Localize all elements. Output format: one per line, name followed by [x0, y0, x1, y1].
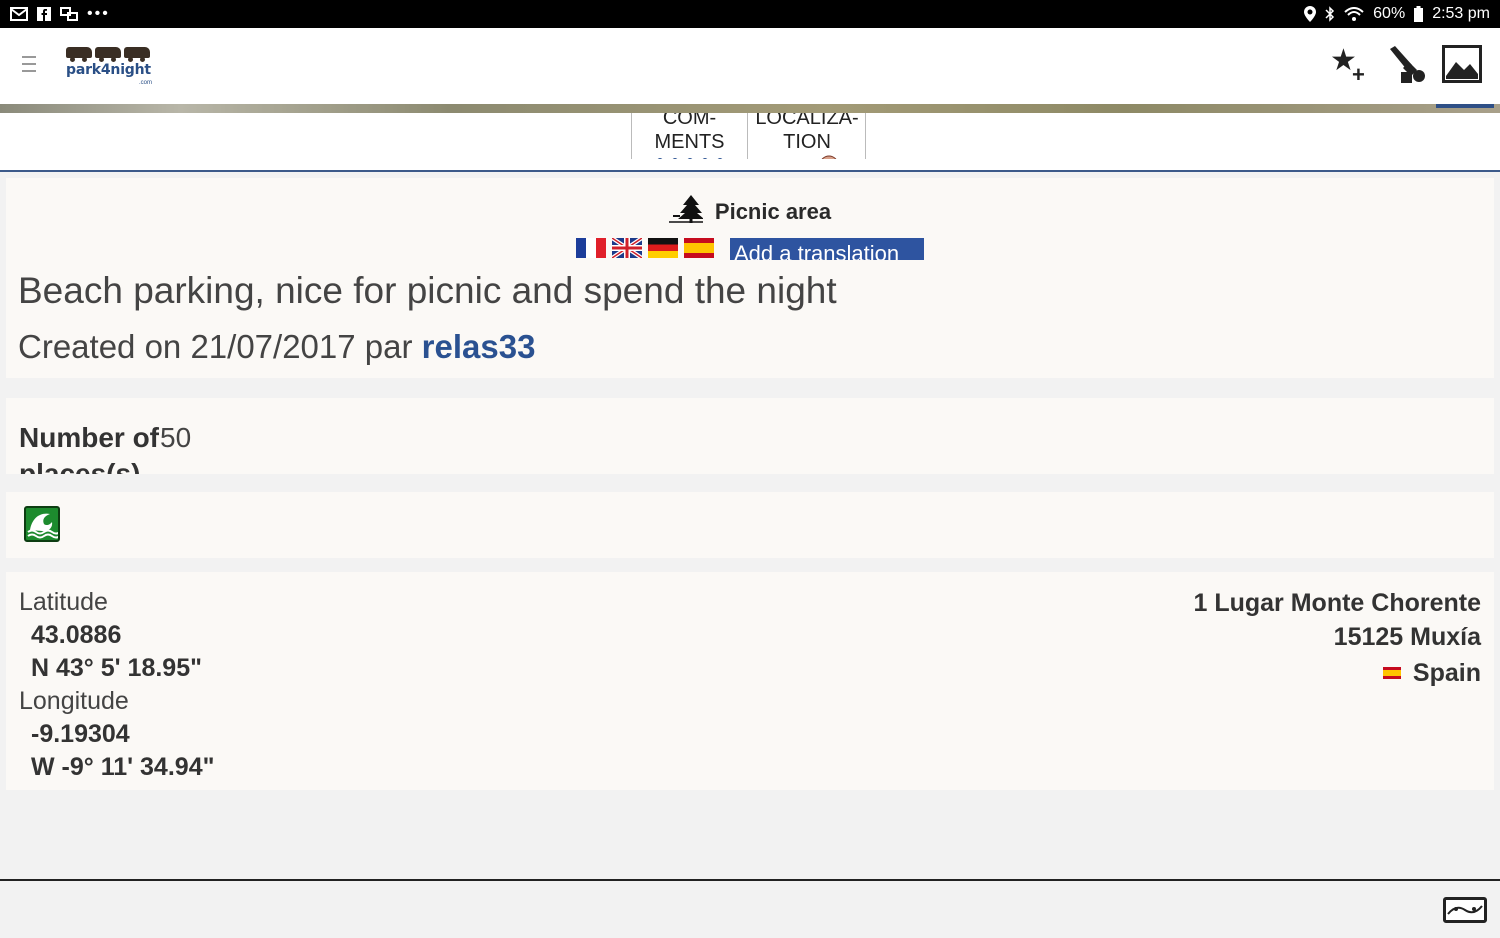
image-icon [1446, 62, 1478, 79]
place-type-row: Picnic area [6, 195, 1494, 225]
photo-indicator [1436, 104, 1494, 108]
more-notifications-icon: ••• [87, 5, 110, 22]
menu-icon[interactable] [22, 56, 36, 74]
wifi-icon [1344, 7, 1364, 21]
created-date: Created on 21/07/2017 par [18, 328, 413, 365]
plus-icon: + [1352, 62, 1365, 87]
place-type: Picnic area [714, 199, 832, 224]
logo-text: park4night [66, 62, 151, 78]
places-count-value: 50 [160, 422, 192, 453]
compass-icon [821, 155, 837, 159]
places-count-card: Number of places(s) 50 [6, 398, 1494, 474]
address-country: Spain [1412, 659, 1481, 687]
flag-es-icon [1382, 667, 1401, 679]
beach-wave-icon[interactable] [24, 506, 60, 542]
tab-comments-label-line1: COM- [662, 113, 717, 129]
latitude-dms: N 43° 5' 18.95" [31, 654, 202, 682]
flag-fr-icon[interactable] [576, 238, 606, 258]
place-summary-card: Picnic area Add a translation Beach park… [6, 178, 1494, 378]
camper-vans-logo-icon [66, 47, 156, 62]
bottom-bar [0, 881, 1500, 938]
tree-picnic-icon [668, 195, 703, 223]
add-translation-button[interactable]: Add a translation [730, 238, 924, 260]
logo-domain: .com [138, 80, 152, 86]
brush-icon [1390, 46, 1425, 83]
sync-icon [60, 7, 78, 21]
location-icon [1304, 6, 1317, 22]
coordinates: Latitude 43.0886 N 43° 5' 18.95" Longitu… [19, 586, 214, 784]
address-line1: 1 Lugar Monte Chorente [1193, 589, 1481, 617]
mail-icon [10, 7, 28, 21]
tab-comments-label-line2: MENTS [654, 131, 725, 153]
place-photo-strip[interactable] [0, 104, 1500, 113]
address: 1 Lugar Monte Chorente 15125 Muxía Spain [1193, 586, 1481, 690]
app-bar: park4night .com ★ + [0, 28, 1500, 104]
map-icon [1447, 905, 1483, 915]
app-logo[interactable]: park4night .com [66, 47, 156, 87]
latitude-value: 43.0886 [31, 621, 122, 649]
author-link[interactable]: relas33 [422, 328, 536, 365]
edit-place-button[interactable] [1387, 46, 1427, 86]
flag-uk-icon[interactable] [612, 238, 642, 258]
tab-localization[interactable]: LOCALIZA- TION [749, 113, 866, 159]
battery-icon [1414, 6, 1424, 22]
longitude-label: Longitude [19, 687, 129, 715]
tab-comments[interactable]: COM- MENTS [631, 113, 748, 159]
tab-localization-label-line2: TION [783, 131, 831, 153]
add-photo-button[interactable] [1442, 45, 1482, 83]
place-description: Beach parking, nice for picnic and spend… [18, 270, 837, 311]
rating-stars-icon [657, 158, 722, 159]
tab-localization-label-line1: LOCALIZA- [755, 113, 859, 129]
location-card: Latitude 43.0886 N 43° 5' 18.95" Longitu… [6, 572, 1494, 790]
map-button[interactable] [1443, 897, 1487, 923]
language-flags [576, 238, 720, 260]
address-country-row: Spain [1382, 656, 1481, 690]
longitude-dms: W -9° 11' 34.94" [31, 753, 215, 781]
places-count-label: Number of places(s) [19, 422, 159, 474]
tabs-bar: COM- MENTS LOCALIZA- TION [0, 113, 1500, 172]
bluetooth-icon [1325, 6, 1335, 22]
status-bar-system: 60% 2:53 pm [1304, 5, 1490, 23]
facebook-icon [37, 7, 51, 21]
created-info: Created on 21/07/2017 par relas33 [18, 328, 535, 366]
status-bar-notifications: ••• [10, 5, 110, 23]
services-card [6, 492, 1494, 558]
longitude-value: -9.19304 [31, 720, 130, 748]
latitude-label: Latitude [19, 588, 108, 616]
battery-percent: 60% [1373, 5, 1406, 22]
address-line2: 15125 Muxía [1333, 623, 1481, 651]
add-favorite-button[interactable]: ★ + [1330, 46, 1370, 88]
flag-es-icon[interactable] [684, 238, 714, 258]
status-bar: ••• 60% 2:53 pm [0, 0, 1500, 28]
clock: 2:53 pm [1432, 5, 1490, 22]
flag-de-icon[interactable] [648, 238, 678, 258]
